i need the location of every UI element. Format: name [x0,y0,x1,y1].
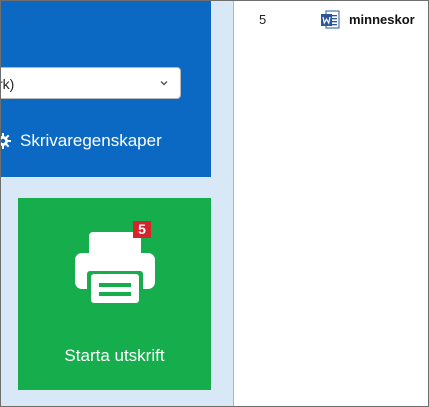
printer-properties-link[interactable]: Skrivaregenskaper [1,130,162,152]
file-list-pane: 5 minneskor [234,1,428,406]
print-settings-panel: rk) Skrivaregenskaper [1,1,211,177]
file-name: minneskor [349,12,415,27]
chevron-down-icon [160,81,168,86]
window-frame: rk) Skrivaregenskaper [0,0,429,407]
word-document-icon [321,10,340,29]
start-print-label: Starta utskrift [64,346,165,365]
printer-select-value: rk) [1,76,15,92]
list-item[interactable]: 5 minneskor [234,9,428,31]
row-number: 5 [259,12,267,27]
start-print-button[interactable]: 5 Starta utskrift [18,198,211,390]
gear-icon [1,133,11,149]
printer-select[interactable]: rk) [1,67,181,99]
printer-properties-label: Skrivaregenskaper [20,131,162,150]
print-queue-badge: 5 [133,221,151,238]
